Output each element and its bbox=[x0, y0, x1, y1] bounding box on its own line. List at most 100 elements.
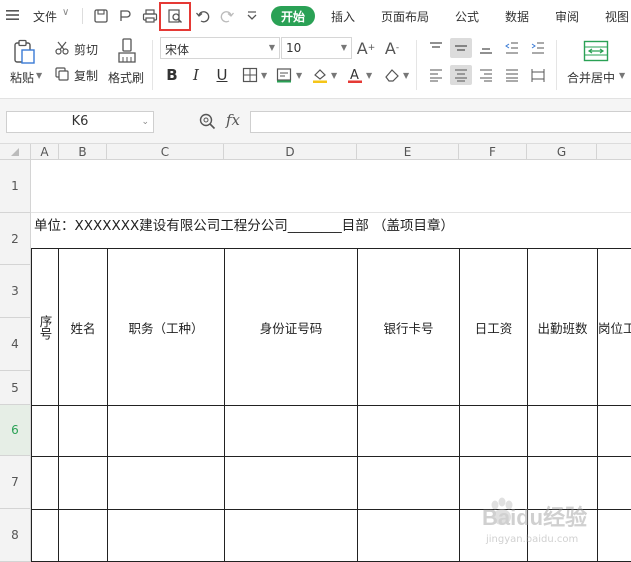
row-header-7[interactable]: 7 bbox=[0, 456, 31, 509]
customize-toolbar-icon[interactable] bbox=[242, 6, 262, 26]
font-name-select[interactable]: 宋体 ▼ bbox=[160, 37, 280, 59]
redo-icon[interactable] bbox=[217, 6, 237, 26]
save-icon[interactable] bbox=[91, 6, 111, 26]
copy-button[interactable]: 复制 bbox=[74, 67, 98, 84]
font-name-value: 宋体 bbox=[165, 43, 190, 57]
header-attendance[interactable]: 出勤班数 bbox=[528, 249, 597, 405]
highlight-box bbox=[159, 2, 191, 31]
column-header-b[interactable]: B bbox=[59, 144, 107, 160]
name-box[interactable]: K6 ⌄ bbox=[6, 111, 154, 133]
merge-center-button[interactable]: 合并居中 bbox=[567, 69, 615, 86]
spreadsheet-grid[interactable]: A B C D E F G 1 2 3 4 5 6 7 8 单位：XXXXXXX… bbox=[0, 144, 631, 562]
file-menu-chevron-icon[interactable]: ∨ bbox=[62, 7, 69, 18]
eraser-dropdown-icon[interactable]: ▼ bbox=[403, 71, 409, 80]
borders-dropdown-icon[interactable]: ▼ bbox=[261, 71, 267, 80]
align-left-icon[interactable] bbox=[426, 65, 446, 85]
decrease-font-icon[interactable]: A- bbox=[382, 38, 402, 58]
undo-icon[interactable] bbox=[193, 6, 213, 26]
fill-color-icon[interactable] bbox=[310, 65, 330, 85]
column-header-e[interactable]: E bbox=[357, 144, 459, 160]
align-top-icon[interactable] bbox=[426, 38, 446, 58]
align-right-icon[interactable] bbox=[476, 65, 496, 85]
decrease-indent-icon[interactable] bbox=[502, 38, 522, 58]
header-daily-wage[interactable]: 日工资 bbox=[460, 249, 527, 405]
formula-input[interactable] bbox=[250, 111, 631, 133]
header-post[interactable]: 岗位工 bbox=[598, 249, 631, 405]
column-header-f[interactable]: F bbox=[459, 144, 527, 160]
column-header-a[interactable]: A bbox=[31, 144, 59, 160]
font-size-select[interactable]: 10 ▼ bbox=[281, 37, 352, 59]
row-header-5[interactable]: 5 bbox=[0, 371, 31, 405]
column-header-c[interactable]: C bbox=[107, 144, 224, 160]
tab-review[interactable]: 审阅 bbox=[555, 8, 579, 25]
paste-icon[interactable] bbox=[10, 38, 38, 66]
divider bbox=[152, 40, 153, 90]
underline-icon[interactable]: U bbox=[212, 65, 232, 85]
borders-icon[interactable] bbox=[240, 65, 260, 85]
italic-icon[interactable]: I bbox=[186, 65, 206, 85]
format-painter-button[interactable]: 格式刷 bbox=[108, 69, 144, 86]
header-seq-no[interactable]: 序号 bbox=[32, 249, 58, 405]
cut-button[interactable]: 剪切 bbox=[74, 41, 98, 58]
formula-bar: K6 ⌄ fx bbox=[0, 98, 631, 144]
increase-indent-icon[interactable] bbox=[528, 38, 548, 58]
column-header-d[interactable]: D bbox=[224, 144, 357, 160]
divider bbox=[416, 40, 417, 90]
fx-icon[interactable]: fx bbox=[226, 111, 240, 129]
table-border bbox=[31, 456, 631, 457]
font-color-icon[interactable]: A bbox=[345, 65, 365, 85]
font-color-dropdown-icon[interactable]: ▼ bbox=[366, 71, 372, 80]
fill-format-dropdown-icon[interactable]: ▼ bbox=[296, 71, 302, 80]
row-header-3[interactable]: 3 bbox=[0, 265, 31, 318]
divider bbox=[82, 8, 83, 24]
print-icon[interactable] bbox=[140, 6, 160, 26]
zoom-formula-icon[interactable] bbox=[198, 112, 218, 132]
header-name[interactable]: 姓名 bbox=[59, 249, 107, 405]
row-header-2[interactable]: 2 bbox=[0, 213, 31, 265]
hamburger-icon[interactable] bbox=[6, 9, 20, 21]
export-icon[interactable] bbox=[115, 6, 135, 26]
tab-start[interactable]: 开始 bbox=[271, 6, 315, 26]
tab-view[interactable]: 视图 bbox=[605, 8, 629, 25]
merge-center-icon[interactable] bbox=[582, 38, 610, 64]
row-header-4[interactable]: 4 bbox=[0, 318, 31, 371]
tab-insert[interactable]: 插入 bbox=[331, 8, 355, 25]
fill-color-dropdown-icon[interactable]: ▼ bbox=[331, 71, 337, 80]
align-center-icon[interactable] bbox=[450, 65, 472, 85]
tab-page-layout[interactable]: 页面布局 bbox=[381, 8, 429, 25]
fill-format-icon[interactable] bbox=[274, 65, 294, 85]
align-bottom-icon[interactable] bbox=[476, 38, 496, 58]
name-box-value: K6 bbox=[71, 114, 89, 129]
name-box-chevron-icon[interactable]: ⌄ bbox=[141, 112, 149, 132]
row-header-1[interactable]: 1 bbox=[0, 160, 31, 213]
justify-icon[interactable] bbox=[502, 65, 522, 85]
align-middle-icon[interactable] bbox=[450, 38, 472, 58]
merge-center-dropdown-icon[interactable]: ▼ bbox=[619, 71, 625, 80]
column-header-g[interactable]: G bbox=[527, 144, 597, 160]
header-position[interactable]: 职务（工种） bbox=[108, 249, 224, 405]
unit-title-text[interactable]: 单位：XXXXXXX建设有限公司工程分公司________目部 （盖项目章） bbox=[34, 214, 454, 234]
file-menu[interactable]: 文件 bbox=[33, 8, 57, 25]
format-painter-icon[interactable] bbox=[114, 37, 140, 65]
distributed-align-icon[interactable] bbox=[528, 65, 548, 85]
chevron-down-icon: ▼ bbox=[268, 43, 275, 52]
column-header-h[interactable] bbox=[597, 144, 631, 160]
row-header-8[interactable]: 8 bbox=[0, 509, 31, 562]
paste-button[interactable]: 粘贴 bbox=[10, 69, 34, 86]
row-header-6[interactable]: 6 bbox=[0, 405, 31, 456]
watermark-brand: Baidu经验 bbox=[482, 505, 588, 530]
increase-font-icon[interactable]: A + bbox=[356, 38, 376, 58]
baidu-watermark: Baidu经验 jingyan.baidu.com bbox=[480, 496, 630, 556]
paste-dropdown-icon[interactable]: ▼ bbox=[36, 71, 42, 80]
header-id-number[interactable]: 身份证号码 bbox=[225, 249, 357, 405]
bold-icon[interactable]: B bbox=[162, 65, 182, 85]
select-all-corner[interactable] bbox=[0, 144, 31, 160]
copy-icon[interactable] bbox=[54, 66, 70, 82]
tab-formulas[interactable]: 公式 bbox=[455, 8, 479, 25]
eraser-icon[interactable] bbox=[382, 65, 402, 85]
header-bank-card[interactable]: 银行卡号 bbox=[358, 249, 459, 405]
ribbon-toolbar: 粘贴 ▼ 剪切 复制 格式刷 宋体 ▼ 10 ▼ A + A- B I U ▼ … bbox=[0, 32, 631, 98]
watermark-url: jingyan.baidu.com bbox=[486, 534, 579, 545]
tab-data[interactable]: 数据 bbox=[505, 8, 529, 25]
scissors-icon[interactable] bbox=[54, 40, 70, 56]
